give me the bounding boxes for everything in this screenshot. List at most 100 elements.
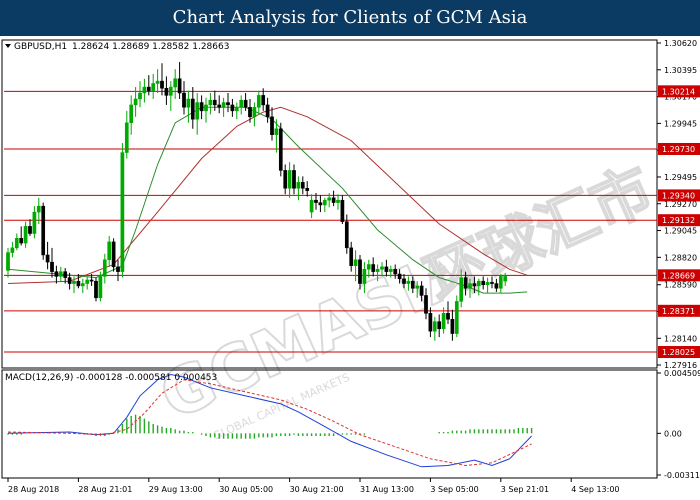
candle-body bbox=[397, 273, 402, 280]
candle-body bbox=[415, 285, 420, 289]
candle-body bbox=[450, 319, 455, 334]
candle bbox=[336, 194, 340, 210]
candle bbox=[208, 93, 213, 115]
candle bbox=[340, 195, 345, 225]
candle-body bbox=[199, 102, 204, 112]
candle bbox=[94, 277, 98, 302]
candle bbox=[309, 194, 314, 219]
candle-body bbox=[296, 182, 301, 189]
symbol-dropdown-icon[interactable] bbox=[5, 44, 11, 48]
candle bbox=[283, 164, 288, 195]
candle-body bbox=[32, 211, 37, 234]
candle-body bbox=[89, 279, 94, 282]
candle-body bbox=[287, 170, 292, 189]
candle bbox=[195, 93, 200, 135]
candle-body bbox=[402, 278, 406, 284]
candle-body bbox=[340, 199, 345, 222]
candle-body bbox=[212, 99, 217, 106]
candle bbox=[32, 206, 37, 239]
candle-body bbox=[336, 199, 340, 203]
candle-body bbox=[41, 205, 46, 256]
candle-body bbox=[133, 98, 138, 106]
macd-ytick-label: 0.00 bbox=[664, 429, 682, 438]
candle-body bbox=[142, 86, 147, 94]
candle-body bbox=[160, 80, 164, 89]
candle bbox=[129, 95, 134, 135]
candle-body bbox=[120, 152, 125, 272]
candle-body bbox=[327, 197, 332, 201]
candle-body bbox=[481, 280, 486, 285]
candle-body bbox=[375, 269, 380, 272]
candle-body bbox=[437, 321, 442, 330]
candle-body bbox=[221, 102, 226, 108]
candle-body bbox=[50, 261, 54, 272]
candle bbox=[296, 176, 301, 201]
candle bbox=[256, 90, 261, 115]
candle-body bbox=[371, 264, 376, 272]
candle bbox=[164, 76, 169, 105]
candle-body bbox=[173, 78, 178, 88]
candle bbox=[19, 226, 24, 246]
candle-body bbox=[124, 122, 129, 153]
candle-body bbox=[138, 92, 142, 100]
candle-body bbox=[76, 280, 81, 287]
candle bbox=[23, 221, 28, 248]
candle-body bbox=[36, 205, 41, 213]
candle bbox=[14, 233, 19, 251]
macd-ytick-label: 0.004509 bbox=[664, 369, 700, 378]
candle bbox=[85, 276, 90, 290]
candle-body bbox=[274, 128, 279, 135]
candle-body bbox=[278, 128, 283, 171]
candle-body bbox=[503, 276, 508, 282]
candle-body bbox=[490, 282, 494, 284]
candle-body bbox=[80, 283, 85, 287]
candle-body bbox=[428, 313, 433, 332]
xtick-label: 28 Aug 21:01 bbox=[78, 485, 132, 494]
candle-body bbox=[366, 264, 371, 270]
price-ytick-label: 1.29945 bbox=[664, 119, 697, 128]
level-tag-label: 1.28669 bbox=[662, 271, 695, 280]
candle-body bbox=[164, 88, 169, 96]
header-title: Chart Analysis for Clients of GCM Asia bbox=[172, 7, 528, 28]
candle-body bbox=[432, 321, 437, 332]
candle bbox=[230, 98, 235, 117]
xtick-label: 28 Aug 2018 bbox=[8, 485, 59, 494]
candle-body bbox=[10, 247, 15, 253]
candle-body bbox=[182, 92, 186, 108]
price-ytick-label: 1.30620 bbox=[664, 39, 697, 48]
candle bbox=[204, 97, 208, 123]
candle-body bbox=[151, 83, 156, 91]
candle-body bbox=[318, 202, 323, 206]
candle bbox=[151, 73, 156, 99]
level-tag-label: 1.29340 bbox=[662, 191, 695, 200]
candle bbox=[160, 63, 164, 96]
level-tag-label: 1.29132 bbox=[662, 216, 695, 225]
candle-body bbox=[476, 280, 481, 287]
candle bbox=[10, 241, 15, 258]
candle-body bbox=[393, 269, 398, 275]
candle-body bbox=[292, 170, 296, 189]
candle bbox=[292, 164, 296, 195]
macd-ytick-label: -0.003113 bbox=[664, 471, 700, 480]
candle-body bbox=[362, 269, 367, 284]
candle-body bbox=[72, 280, 76, 284]
candle-body bbox=[441, 313, 446, 330]
candle bbox=[300, 176, 305, 195]
candle-body bbox=[494, 283, 499, 289]
xtick-label: 29 Aug 13:00 bbox=[149, 485, 203, 494]
candle bbox=[28, 219, 32, 236]
candle-body bbox=[265, 104, 270, 118]
candle-body bbox=[459, 277, 464, 302]
candle-body bbox=[204, 104, 208, 112]
candle bbox=[305, 181, 310, 197]
candle-body bbox=[85, 279, 90, 284]
symbol-label: GBPUSD,H1 bbox=[14, 42, 67, 52]
xtick-label: 4 Sep 13:00 bbox=[571, 485, 619, 494]
candle-body bbox=[388, 269, 393, 272]
candle bbox=[120, 143, 125, 278]
candle-body bbox=[28, 226, 32, 234]
candle-body bbox=[468, 283, 472, 289]
candle-body bbox=[19, 238, 24, 244]
candle-body bbox=[243, 99, 248, 108]
ohlc-label: 1.28624 1.28689 1.28582 1.28663 bbox=[72, 42, 229, 52]
